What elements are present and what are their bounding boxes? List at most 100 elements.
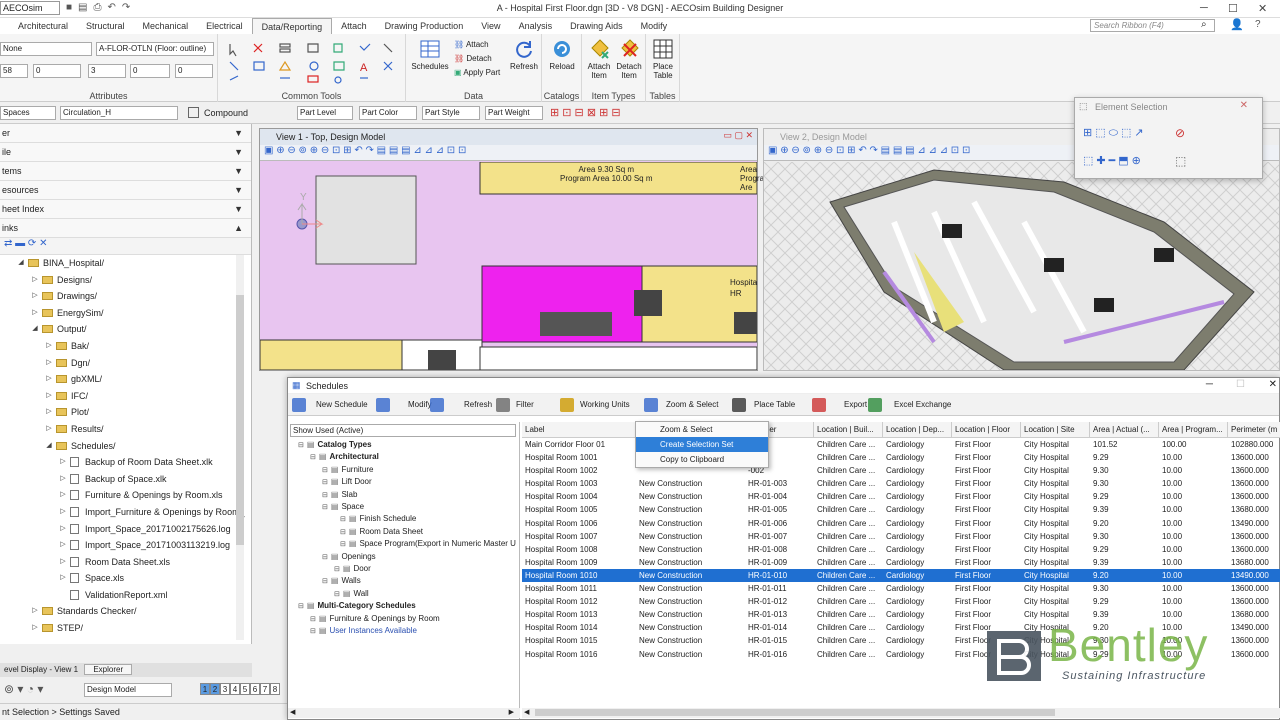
tab-drawing-aids[interactable]: Drawing Aids [561,18,632,34]
column-header[interactable]: Location | Dep... [883,422,952,438]
tab-modify[interactable]: Modify [632,18,677,34]
zoom-select-icon[interactable] [644,398,658,412]
expand-icon[interactable]: ⊟ [334,566,340,573]
new-schedule-icon[interactable] [292,398,306,412]
expand-icon[interactable]: ⊟ [322,554,328,561]
collapsed-arrow-icon[interactable]: ▷ [30,305,40,322]
explorer-section-row[interactable]: ile ▼ [0,143,251,162]
expand-icon[interactable]: ⊟ [340,541,346,548]
explorer-scrollbar[interactable] [236,255,244,640]
maximize-icon[interactable]: ☐ [1228,2,1238,15]
cursor-icon[interactable]: ⬚ [1175,154,1186,168]
tab-attach[interactable]: Attach [332,18,376,34]
view-nav-icons[interactable]: ⊚ ▾ ◔ ▾ [4,682,43,696]
export-button[interactable]: Export [844,394,867,416]
collapsed-arrow-icon[interactable]: ▷ [30,272,40,289]
expanded-arrow-icon[interactable]: ◢ [44,438,54,455]
tree-item[interactable]: ◢ Output/ [0,321,240,338]
common-tools-icons[interactable]: A [224,40,400,88]
expand-icon[interactable]: ⊟ [310,454,316,461]
schedule-tree-item[interactable]: ⊟ ▤ Space Program(Export in Numeric Master… [340,538,516,551]
attach-item-button[interactable]: Attach Item [584,38,614,80]
collapsed-arrow-icon[interactable]: ▷ [44,388,54,405]
deselect-icon[interactable]: ⊘ [1175,126,1185,140]
expand-icon[interactable]: ⊟ [322,504,328,511]
collapsed-arrow-icon[interactable]: ▷ [44,338,54,355]
column-header[interactable]: Location | Floor [952,422,1021,438]
excel-icon[interactable] [868,398,882,412]
ribbon-search-input[interactable]: Search Ribbon (F4) [1090,19,1215,32]
expand-icon[interactable]: ⊟ [310,616,316,623]
collapsed-arrow-icon[interactable]: ▷ [58,537,68,554]
part-level-combo[interactable]: Part Level [297,106,353,120]
menu-item-zoom-select[interactable]: Zoom & Select [636,422,768,437]
style-combo[interactable]: 0 [33,64,81,78]
filter-icon[interactable] [496,398,510,412]
working-units-button[interactable]: Working Units [580,394,630,416]
new-schedule-button[interactable]: New Schedule [316,394,368,416]
expand-icon[interactable]: ⊟ [310,628,316,635]
tree-item[interactable]: ▷ Backup of Space.xlk [0,471,240,488]
place-table-button[interactable]: Place Table [648,38,678,80]
view-1-toolbar[interactable]: ▣ ⊕ ⊖ ⊚ ⊕ ⊖ ⊡ ⊞ ↶ ↷ ▤ ▤ ▤ ⊿ ⊿ ⊿ ⊡ ⊡ [260,145,757,161]
schedules-maximize-icon[interactable]: ☐ [1236,379,1245,390]
chevron-down-icon[interactable]: ▼ [234,200,243,219]
menu-item-create-selection-set[interactable]: Create Selection Set [636,437,768,452]
tab-view[interactable]: View [472,18,509,34]
tab-analysis[interactable]: Analysis [510,18,562,34]
collapsed-arrow-icon[interactable]: ▷ [30,620,40,637]
help-icon[interactable]: ? [1255,19,1261,30]
table-row[interactable]: Hospital Room 1012 New Construction HR-01-… [522,595,1280,608]
apply-part-button[interactable]: ▣ Apply Part [454,68,500,77]
filter-button[interactable]: Filter [516,394,534,416]
chevron-down-icon[interactable]: ▼ [234,181,243,200]
view-button-6[interactable]: 6 [250,683,260,695]
schedules-close-icon[interactable]: ✕ [1269,379,1277,390]
tree-item[interactable]: ▷ Bak/ [0,338,240,355]
view-1-close-icon[interactable]: ▭ ▢ ✕ [723,130,753,141]
table-row[interactable]: Hospital Room 1011 New Construction HR-01-… [522,582,1280,595]
working-units-icon[interactable] [560,398,574,412]
chevron-up-icon[interactable]: ▲ [234,219,243,238]
column-header[interactable]: Label [522,422,636,438]
collapsed-arrow-icon[interactable]: ▷ [58,554,68,571]
collapsed-arrow-icon[interactable]: ▷ [58,570,68,587]
schedule-tree-item[interactable]: ⊟ ▤ Walls [322,575,361,588]
tree-item[interactable]: ▷ Import_Furniture & Openings by Room_ [0,504,245,521]
column-header[interactable]: Location | Buil... [814,422,883,438]
selection-method-icons[interactable]: ⬚✚━⬒⊕ [1083,154,1144,167]
view-button-7[interactable]: 7 [260,683,270,695]
element-selection-close-icon[interactable]: ✕ [1240,100,1248,111]
explorer-toolbar[interactable]: ⇄ ▬ ⟳ ✕ [0,238,251,255]
schedule-tree-item[interactable]: ⊟ ▤ Slab [322,489,357,502]
zoom-select-button[interactable]: Zoom & Select [666,394,718,416]
color-combo[interactable]: 58 [0,64,28,78]
spaces-combo[interactable]: Spaces [0,106,56,120]
table-row[interactable]: Hospital Room 1005 New Construction HR-01-… [522,503,1280,516]
grid-hscroll[interactable]: ◀ [522,708,1280,718]
view-button-5[interactable]: 5 [240,683,250,695]
table-row[interactable]: Hospital Room 1003 New Construction HR-01-… [522,477,1280,490]
element-template-combo[interactable]: A-FLOR-OTLN (Floor: outline) [96,42,214,56]
tree-item[interactable]: ▷ Standards Checker/ [0,603,240,620]
collapsed-arrow-icon[interactable]: ▷ [30,603,40,620]
tree-hscroll[interactable]: ◀ ▶ [288,708,520,718]
schedule-tree-item[interactable]: ⊟ ▤ Door [334,563,371,576]
table-row[interactable]: Hospital Room 1006 New Construction HR-01-… [522,517,1280,530]
column-header[interactable]: Area | Program... [1159,422,1228,438]
tree-item[interactable]: ▷ Room Data Sheet.xls [0,554,240,571]
schedule-tree-item[interactable]: ⊟ ▤ Space [322,501,364,514]
tree-item[interactable]: ◢ Schedules/ [0,438,240,455]
model-combo[interactable]: Design Model [84,683,172,697]
place-table-button[interactable]: Place Table [754,394,795,416]
chevron-down-icon[interactable]: ▼ [234,143,243,162]
refresh-button[interactable]: Refresh [508,38,540,71]
tree-item[interactable]: ▷ Designs/ [0,272,240,289]
tree-item[interactable]: ValidationReport.xml [0,587,240,604]
tree-item[interactable]: ▷ gbXML/ [0,371,240,388]
compound-checkbox[interactable] [188,107,199,118]
schedule-tree-item[interactable]: ⊟ ▤ Furniture & Openings by Room [310,613,440,626]
explorer-scroll-thumb[interactable] [236,295,244,545]
collapsed-arrow-icon[interactable]: ▷ [44,355,54,372]
schedule-tree-item[interactable]: ⊟ ▤ Room Data Sheet [340,526,423,539]
